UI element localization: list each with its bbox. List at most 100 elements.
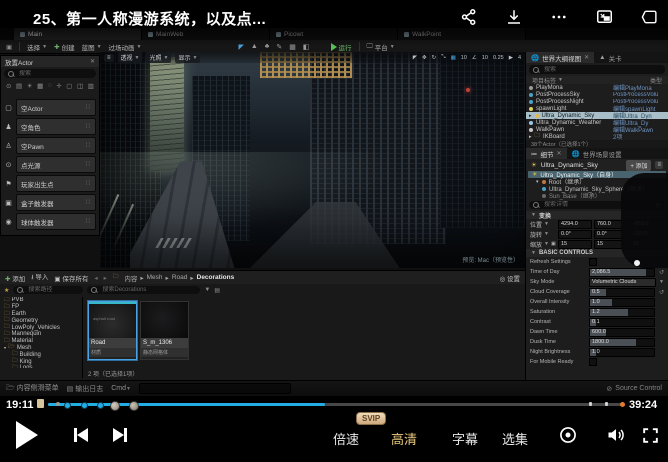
camera-speed-value[interactable]: 4 <box>518 55 521 61</box>
sources-search[interactable] <box>13 286 83 294</box>
speed-button[interactable]: 倍速 <box>333 429 359 448</box>
folder-row[interactable]: 🗀Geometry <box>0 317 80 324</box>
play-button[interactable] <box>16 421 38 449</box>
progress-marker[interactable] <box>81 402 88 409</box>
select-tool-icon[interactable]: ◤ <box>413 55 417 61</box>
night-brightness-input[interactable]: 1.0 <box>589 348 655 357</box>
outliner-row[interactable]: PlayMona编辑PlayMona <box>526 84 668 91</box>
columns-icon[interactable]: ▤ <box>214 287 220 294</box>
place-item-empty-pawn[interactable]: ♙空Pawn⁞⁞ <box>3 138 96 153</box>
tab-world-settings[interactable]: 🌐世界场景设置 <box>567 148 627 159</box>
folder-row[interactable]: 🗀PVB <box>0 297 80 304</box>
camera-speed-icon[interactable]: ▶ <box>509 55 513 61</box>
close-icon[interactable]: ✕ <box>90 58 95 65</box>
place-item-player-start[interactable]: ⚑玩家出生点⁞⁞ <box>3 176 96 191</box>
filter-icon[interactable]: ▼ <box>204 287 210 293</box>
angle-snap-value[interactable]: 10 <box>482 55 488 61</box>
add-component-button[interactable]: + 添加 <box>626 160 651 171</box>
outliner-search-input[interactable] <box>542 66 661 74</box>
folder-row[interactable]: 🗀Mannequin <box>0 331 80 338</box>
emoji-marker[interactable] <box>129 401 139 411</box>
note-marker-icon[interactable] <box>37 399 44 408</box>
pip-icon[interactable] <box>595 8 614 26</box>
perspective-dropdown[interactable]: 透视▼ <box>118 52 143 63</box>
import-button[interactable]: ⭳ 导入 <box>31 271 48 284</box>
place-item-empty-actor[interactable]: ▢空Actor⁞⁞ <box>3 100 96 115</box>
place-item-empty-character[interactable]: ♟空角色⁞⁞ <box>3 119 96 134</box>
close-icon[interactable]: ✕ <box>584 54 589 61</box>
lit-dropdown[interactable]: 光照▼ <box>146 52 171 63</box>
saturation-input[interactable]: 1.2 <box>589 308 655 317</box>
overall-intensity-input[interactable]: 1.0 <box>589 298 655 307</box>
location-dropdown[interactable]: 位置▼ <box>530 220 556 229</box>
lock-icon[interactable]: ▣ <box>551 241 556 247</box>
place-item-box-trigger[interactable]: ▣盒子触发器⁞⁞ <box>3 195 96 210</box>
dawn-time-input[interactable]: 600.0 <box>589 328 655 337</box>
place-item-point-light[interactable]: ⊙点光源⁞⁞ <box>3 157 96 172</box>
sky-mode-dropdown[interactable]: Volumetric Clouds <box>589 278 656 287</box>
angle-snap-icon[interactable]: ∠ <box>472 55 477 61</box>
back-icon[interactable]: ◂ <box>94 274 97 282</box>
download-icon[interactable] <box>505 8 523 26</box>
share-icon[interactable] <box>460 8 478 26</box>
next-button[interactable] <box>113 428 127 442</box>
viewport[interactable]: ≡ 透视▼ 光照▼ 显示▼ ◤ ✥ ↻ ⤡ ▦ 10 ∠ 10 0.25 ▶ 4 <box>100 52 525 268</box>
prev-button[interactable] <box>74 428 88 442</box>
progress-marker[interactable] <box>97 402 104 409</box>
highlight-marker[interactable] <box>620 402 625 407</box>
asset-tile-mesh[interactable]: S_m_1306 静态网格体 <box>140 301 189 360</box>
place-actors-tab[interactable]: 放置Actor✕ <box>1 56 99 67</box>
folder-row[interactable]: 🗀Earth <box>0 311 80 318</box>
progress-bar[interactable] <box>48 403 625 406</box>
location-x[interactable]: 4294.0 <box>558 220 592 229</box>
cast-icon[interactable] <box>641 8 658 26</box>
folder-row[interactable]: 🗀FP <box>0 304 80 311</box>
asset-search-input[interactable] <box>100 286 196 294</box>
close-icon[interactable]: ✕ <box>557 150 562 157</box>
folder-row[interactable]: 🗀LowPoly_Vehicles <box>0 324 80 331</box>
progress-marker[interactable] <box>64 402 71 409</box>
sources-search-input[interactable] <box>26 286 79 294</box>
outliner-search[interactable] <box>529 65 665 74</box>
favorites-star-icon[interactable]: ★ <box>4 287 9 294</box>
place-category-icons[interactable]: ⊙▤☀▦◌✛▢◫▥ <box>1 80 99 92</box>
cb-settings-button[interactable]: ◎ 设置 <box>500 273 520 283</box>
scale-x[interactable]: 15 <box>558 240 592 249</box>
progress-marker[interactable] <box>56 402 60 406</box>
volume-button[interactable] <box>605 425 627 448</box>
episodes-button[interactable]: 选集 <box>502 429 528 448</box>
outliner-row[interactable]: PostProcessSkyPostProcessVolu <box>526 91 668 98</box>
grid-snap-icon[interactable]: ▦ <box>451 55 456 61</box>
subtitle-button[interactable]: 字幕 <box>452 429 478 448</box>
dusk-time-input[interactable]: 1800.0 <box>589 338 655 347</box>
folder-row[interactable]: 🗀Logs <box>0 365 80 368</box>
save-all-button[interactable]: ▣ 保存所有 <box>54 273 88 283</box>
ue-editor-frame[interactable]: Main MainWeb Picowt WalkPoint ▣ 选择▼ ✚创建 … <box>0 28 668 396</box>
breadcrumb[interactable]: 内容▸ Mesh▸ Road▸ Decorations <box>124 273 234 283</box>
add-button[interactable]: ✚ 添加 <box>5 273 25 283</box>
asset-search[interactable] <box>87 286 200 294</box>
quality-button[interactable]: 高清 <box>391 429 417 448</box>
place-item-sphere-trigger[interactable]: ◉球体触发器⁞⁞ <box>3 214 96 229</box>
grid-snap-value[interactable]: 10 <box>461 55 467 61</box>
component-options-button[interactable]: ≡ <box>655 161 663 169</box>
move-tool-icon[interactable]: ✥ <box>422 55 427 61</box>
emoji-marker[interactable] <box>110 401 120 411</box>
fullscreen-button[interactable] <box>641 426 660 448</box>
cloud-coverage-input[interactable]: 0.5 <box>589 288 655 297</box>
rotate-tool-icon[interactable]: ↻ <box>432 55 437 61</box>
danmaku-settings-button[interactable] <box>558 425 578 448</box>
tab-details[interactable]: ≔细节✕ <box>526 148 567 159</box>
reset-icon[interactable]: ↺ <box>659 269 664 276</box>
time-of-day-input[interactable]: 2,086.5 <box>589 268 655 277</box>
outliner-row-folder[interactable]: ▸🗀IKBoard2项 <box>526 133 668 140</box>
rotation-x[interactable]: 0.0° <box>558 230 592 239</box>
viewport-menu-icon[interactable]: ≡ <box>104 54 114 62</box>
contrast-input[interactable]: 0.1 <box>589 318 655 327</box>
forward-icon[interactable]: ▸ <box>104 274 107 282</box>
place-search-input[interactable] <box>17 70 92 78</box>
asset-tile-road[interactable]: asphalt road Road 材质 <box>88 301 137 360</box>
reset-icon[interactable]: ↺ <box>659 289 664 296</box>
tab-levels[interactable]: ▲关卡 <box>594 52 626 63</box>
scale-dropdown[interactable]: 缩放▼▣ <box>530 240 556 249</box>
